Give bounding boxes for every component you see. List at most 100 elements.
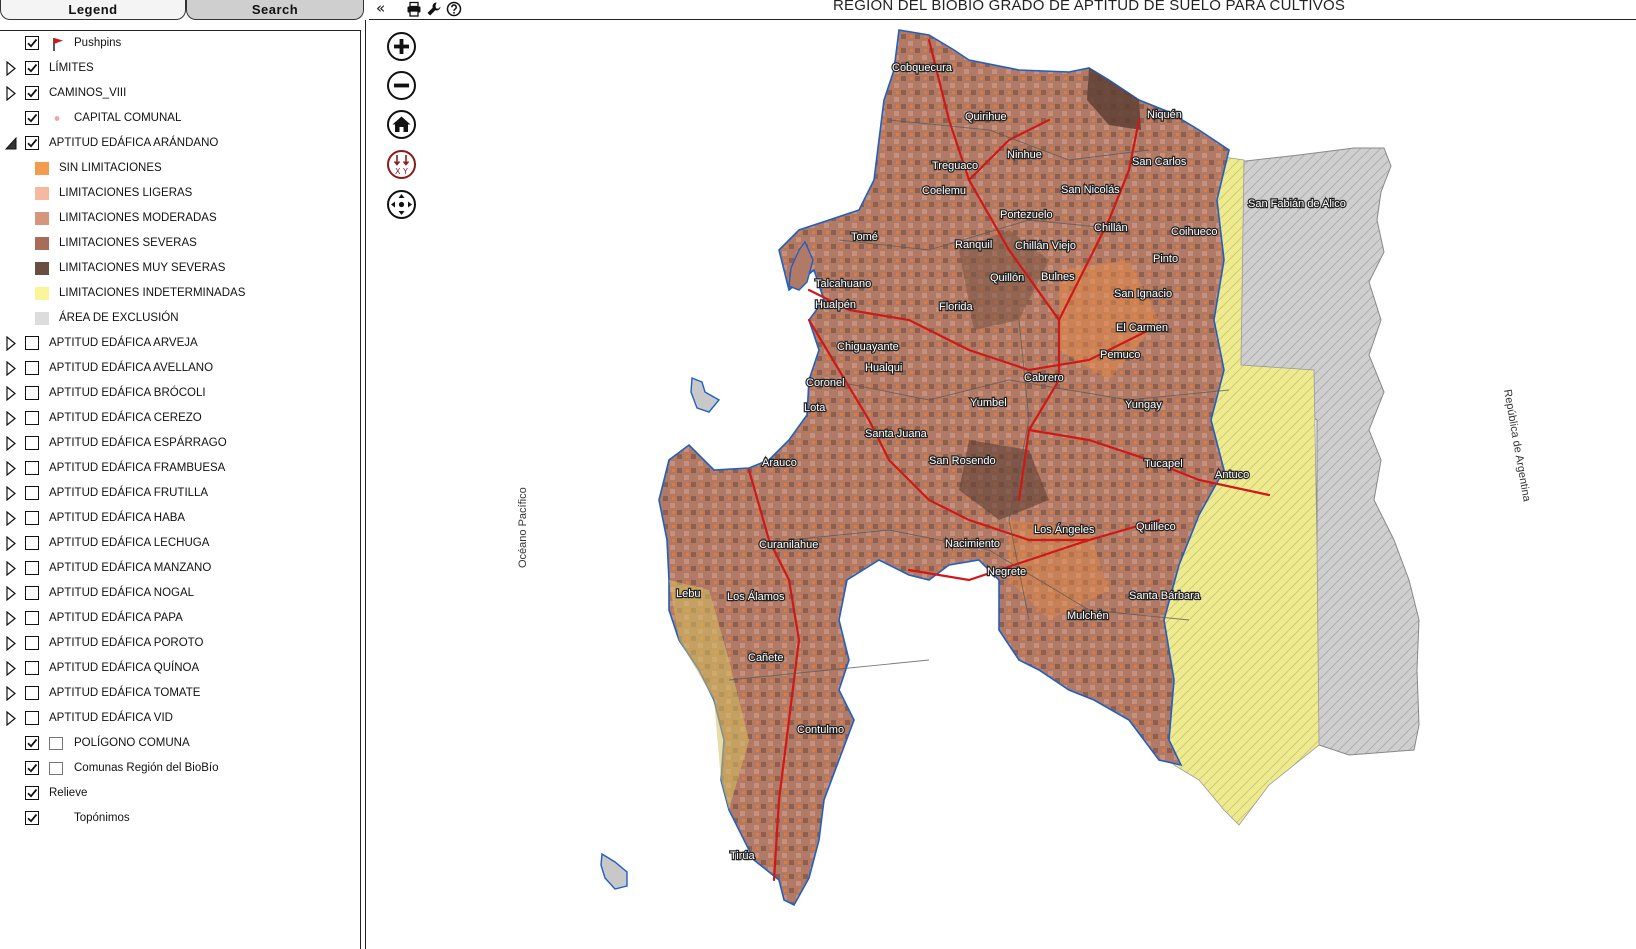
- layer-checkbox[interactable]: [25, 461, 39, 475]
- legend-row-label: APTITUD EDÁFICA ESPÁRRAGO: [49, 437, 227, 449]
- place-label: Lota: [804, 402, 826, 414]
- layer-checkbox[interactable]: [25, 386, 39, 400]
- legend-row[interactable]: Relieve: [0, 781, 360, 806]
- place-label: Bulnes: [1041, 271, 1075, 283]
- help-icon[interactable]: [446, 1, 462, 17]
- layer-checkbox[interactable]: [25, 561, 39, 575]
- legend-row[interactable]: APTITUD EDÁFICA ESPÁRRAGO: [0, 431, 360, 456]
- layer-checkbox[interactable]: [25, 361, 39, 375]
- place-label: San Nicolás: [1061, 184, 1120, 196]
- legend-row[interactable]: POLÍGONO COMUNA: [0, 731, 360, 756]
- place-label: Curanilahue: [759, 539, 818, 551]
- expand-triangle-icon[interactable]: [5, 635, 17, 652]
- legend-row[interactable]: APTITUD EDÁFICA ARVEJA: [0, 331, 360, 356]
- legend-row[interactable]: APTITUD EDÁFICA CEREZO: [0, 406, 360, 431]
- layer-checkbox[interactable]: [25, 736, 39, 750]
- expand-triangle-icon[interactable]: [5, 360, 17, 377]
- expand-triangle-icon[interactable]: [5, 535, 17, 552]
- legend-row[interactable]: APTITUD EDÁFICA FRUTILLA: [0, 481, 360, 506]
- legend-row[interactable]: APTITUD EDÁFICA LECHUGA: [0, 531, 360, 556]
- legend-row[interactable]: CAMINOS_VIII: [0, 81, 360, 106]
- expand-triangle-icon[interactable]: [5, 510, 17, 527]
- legend-row-label: Topónimos: [74, 812, 130, 824]
- layer-checkbox[interactable]: [25, 486, 39, 500]
- layer-checkbox[interactable]: [25, 511, 39, 525]
- capital-dot-icon: [50, 111, 66, 127]
- layer-checkbox[interactable]: [25, 336, 39, 350]
- layer-checkbox[interactable]: [25, 761, 39, 775]
- legend-row[interactable]: APTITUD EDÁFICA BRÓCOLI: [0, 381, 360, 406]
- place-label: Hualqui: [865, 362, 902, 374]
- expand-triangle-icon[interactable]: [5, 410, 17, 427]
- legend-row: SIN LIMITACIONES: [0, 156, 360, 181]
- legend-row[interactable]: APTITUD EDÁFICA MANZANO: [0, 556, 360, 581]
- expand-triangle-icon[interactable]: [5, 460, 17, 477]
- map-area[interactable]: « REGIÓN DEL BIOBÍO GRADO DE APTITUD DE …: [369, 0, 1636, 949]
- layer-checkbox[interactable]: [25, 111, 39, 125]
- expand-triangle-icon[interactable]: [5, 710, 17, 727]
- layer-checkbox[interactable]: [25, 611, 39, 625]
- expand-triangle-icon[interactable]: [5, 585, 17, 602]
- legend-row-label: APTITUD EDÁFICA QUÍNOA: [49, 662, 200, 674]
- legend-swatch: [35, 162, 49, 175]
- legend-row[interactable]: APTITUD EDÁFICA PAPA: [0, 606, 360, 631]
- expand-triangle-icon[interactable]: [5, 610, 17, 627]
- layer-checkbox[interactable]: [25, 811, 39, 825]
- expand-triangle-icon[interactable]: [5, 485, 17, 502]
- print-icon[interactable]: [406, 1, 422, 17]
- legend-row[interactable]: Comunas Región del BioBío: [0, 756, 360, 781]
- layer-checkbox[interactable]: [25, 786, 39, 800]
- layer-checkbox[interactable]: [25, 86, 39, 100]
- legend-row-label: LIMITACIONES MUY SEVERAS: [59, 262, 226, 274]
- expand-triangle-icon[interactable]: [5, 385, 17, 402]
- legend-row: LIMITACIONES MODERADAS: [0, 206, 360, 231]
- layer-checkbox[interactable]: [25, 61, 39, 75]
- layer-checkbox[interactable]: [25, 711, 39, 725]
- layer-checkbox[interactable]: [25, 636, 39, 650]
- legend-row[interactable]: APTITUD EDÁFICA POROTO: [0, 631, 360, 656]
- expand-triangle-icon[interactable]: [5, 85, 17, 102]
- legend-row[interactable]: Topónimos: [0, 806, 360, 831]
- map-canvas[interactable]: Océano Pacífico República de Argentina C…: [369, 20, 1636, 949]
- layer-checkbox[interactable]: [25, 686, 39, 700]
- legend-row-label: APTITUD EDÁFICA POROTO: [49, 637, 204, 649]
- place-label: Lebu: [676, 588, 700, 600]
- expand-triangle-icon[interactable]: [5, 660, 17, 677]
- legend-row[interactable]: CAPITAL COMUNAL: [0, 106, 360, 131]
- legend-row-label: Comunas Región del BioBío: [74, 762, 219, 774]
- legend-row[interactable]: APTITUD EDÁFICA VID: [0, 706, 360, 731]
- legend-row[interactable]: APTITUD EDÁFICA ARÁNDANO: [0, 131, 360, 156]
- expand-triangle-icon[interactable]: [5, 60, 17, 77]
- legend-row-label: CAPITAL COMUNAL: [74, 112, 182, 124]
- legend-row[interactable]: APTITUD EDÁFICA TOMATE: [0, 681, 360, 706]
- tab-legend[interactable]: Legend: [0, 0, 186, 20]
- legend-row-label: APTITUD EDÁFICA PAPA: [49, 612, 183, 624]
- legend-row[interactable]: APTITUD EDÁFICA QUÍNOA: [0, 656, 360, 681]
- legend-row[interactable]: APTITUD EDÁFICA FRAMBUESA: [0, 456, 360, 481]
- legend-row[interactable]: APTITUD EDÁFICA NOGAL: [0, 581, 360, 606]
- layer-checkbox[interactable]: [25, 436, 39, 450]
- expand-triangle-icon[interactable]: [5, 685, 17, 702]
- layer-checkbox[interactable]: [25, 411, 39, 425]
- place-label: San Ignacio: [1114, 288, 1172, 300]
- collapse-triangle-icon[interactable]: [4, 136, 17, 151]
- legend-row[interactable]: Pushpins: [0, 31, 360, 56]
- legend-row[interactable]: LÍMITES: [0, 56, 360, 81]
- place-label: Quirihue: [965, 111, 1007, 123]
- country-label: República de Argentina: [1501, 388, 1533, 503]
- layer-checkbox[interactable]: [25, 661, 39, 675]
- wrench-icon[interactable]: [426, 1, 442, 17]
- expand-triangle-icon[interactable]: [5, 335, 17, 352]
- place-label: Antuco: [1215, 469, 1249, 481]
- tab-search[interactable]: Search: [186, 0, 364, 20]
- layer-checkbox[interactable]: [25, 136, 39, 150]
- layer-checkbox[interactable]: [25, 536, 39, 550]
- place-label: Portezuelo: [1000, 209, 1053, 221]
- expand-triangle-icon[interactable]: [5, 560, 17, 577]
- layer-checkbox[interactable]: [25, 36, 39, 50]
- layer-checkbox[interactable]: [25, 586, 39, 600]
- legend-row[interactable]: APTITUD EDÁFICA HABA: [0, 506, 360, 531]
- expand-triangle-icon[interactable]: [5, 435, 17, 452]
- collapse-panel-button[interactable]: «: [376, 0, 392, 17]
- legend-row[interactable]: APTITUD EDÁFICA AVELLANO: [0, 356, 360, 381]
